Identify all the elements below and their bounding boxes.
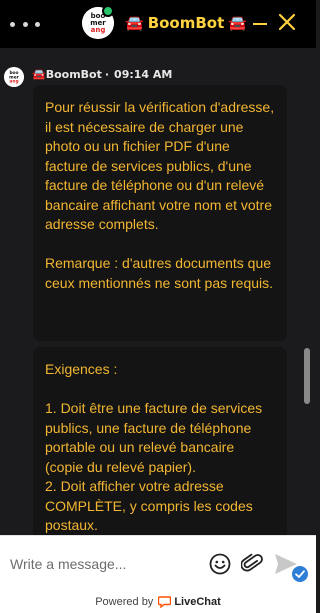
chat-title-text: BoomBot [147, 14, 225, 32]
livechat-brand: LiveChat [174, 596, 221, 608]
chat-title: 🚘 BoomBot 🚘 [121, 12, 251, 34]
powered-by-text: Powered by [95, 596, 154, 608]
livechat-logo-icon [158, 596, 172, 608]
close-icon[interactable] [277, 12, 297, 32]
more-options-icon[interactable] [10, 14, 40, 34]
online-status-dot [102, 5, 114, 17]
message-time: 09:14 AM [114, 68, 173, 81]
message-bubble: Exigences : 1. Doit être une facture de … [33, 347, 287, 547]
checkmark-icon [295, 570, 305, 578]
message-meta: 🚘BoomBot · 09:14 AM [32, 68, 172, 81]
sender-name: 🚘BoomBot [32, 68, 102, 81]
verified-check-badge [290, 564, 310, 584]
car-emoji-icon: 🚘 [125, 14, 144, 32]
minimize-icon[interactable] [253, 23, 267, 25]
scrollbar-thumb[interactable] [304, 348, 310, 404]
message-bubble: Pour réussir la vérification d'adresse, … [33, 85, 287, 341]
meta-separator: · [104, 68, 110, 81]
avatar-text-3: ang [9, 80, 18, 85]
message-composer [0, 535, 316, 591]
car-emoji-icon: 🚘 [228, 14, 247, 32]
chat-header: boo mer ang 🚘 BoomBot 🚘 [0, 0, 316, 48]
paperclip-icon[interactable] [241, 552, 263, 576]
scrollbar[interactable] [303, 48, 311, 545]
smiley-icon[interactable] [209, 553, 231, 575]
message-input[interactable] [10, 554, 200, 574]
avatar-text-3: ang [91, 26, 106, 34]
message-avatar: boo mer ang [4, 67, 24, 87]
boomerang-logo-icon: boo mer ang [4, 67, 24, 87]
powered-by-footer[interactable]: Powered by LiveChat [0, 591, 316, 613]
